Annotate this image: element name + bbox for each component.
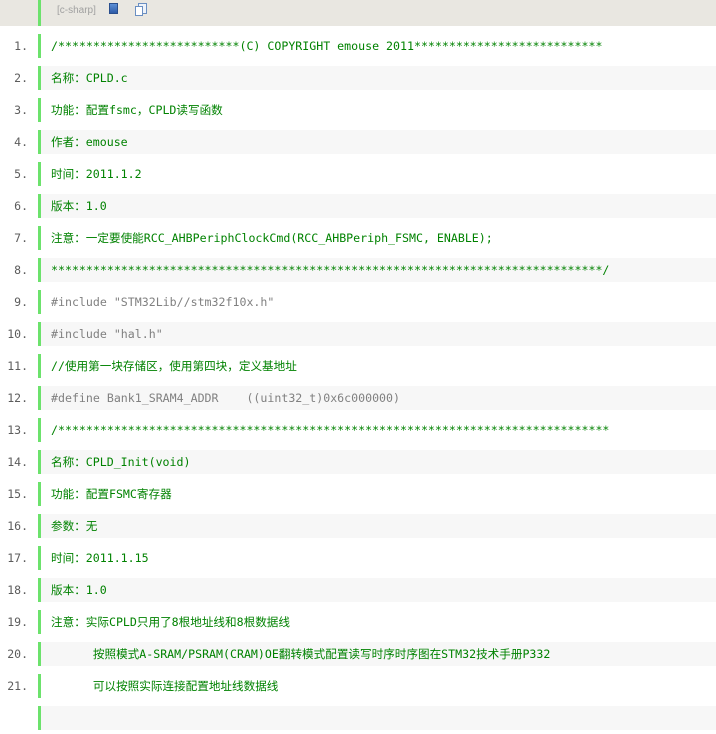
code-text: 可以按照实际连接配置地址线数据线 <box>38 674 716 698</box>
code-text: 版本：1.0 <box>38 194 716 218</box>
copy-icon[interactable] <box>135 3 147 16</box>
line-number: 10. <box>7 327 28 341</box>
code-lines: 1. /**************************(C) COPYRIG… <box>0 30 716 734</box>
code-text: 时间：2011.1.15 <box>38 546 716 570</box>
line-number: 2. <box>14 71 28 85</box>
code-line: 20. 按照模式A-SRAM/PSRAM(CRAM)OE翻转模式配置读写时序时序… <box>0 638 716 670</box>
line-number: 3. <box>14 103 28 117</box>
view-source-icon[interactable] <box>109 3 118 14</box>
code-text: 参数：无 <box>38 514 716 538</box>
code-line: 11. //使用第一块存储区，使用第四块，定义基地址 <box>0 350 716 382</box>
code-line: 4. 作者：emouse <box>0 126 716 158</box>
code-text: 注意：一定要使能RCC_AHBPeriphClockCmd(RCC_AHBPer… <box>38 226 716 250</box>
line-number: 19. <box>7 615 28 629</box>
code-text: 作者：emouse <box>38 130 716 154</box>
code-text: 时间：2011.1.2 <box>38 162 716 186</box>
code-line: 19. 注意：实际CPLD只用了8根地址线和8根数据线 <box>0 606 716 638</box>
code-line: 5. 时间：2011.1.2 <box>0 158 716 190</box>
code-text: 名称：CPLD_Init(void) <box>38 450 716 474</box>
code-line: 7. 注意：一定要使能RCC_AHBPeriphClockCmd(RCC_AHBP… <box>0 222 716 254</box>
line-number: 8. <box>14 263 28 277</box>
line-number: 11. <box>7 359 28 373</box>
line-number: 14. <box>7 455 28 469</box>
line-number: 20. <box>7 647 28 661</box>
code-text <box>38 706 716 730</box>
code-line: 9. #include "STM32Lib//stm32f10x.h" <box>0 286 716 318</box>
language-label: [c-sharp] <box>57 5 96 16</box>
line-number: 9. <box>14 295 28 309</box>
code-text: #define Bank1_SRAM4_ADDR ((uint32_t)0x6c… <box>38 386 716 410</box>
code-line: 6. 版本：1.0 <box>0 190 716 222</box>
code-line: 17. 时间：2011.1.15 <box>0 542 716 574</box>
line-number: 13. <box>7 423 28 437</box>
line-number: 12. <box>7 391 28 405</box>
code-line: 3. 功能：配置fsmc，CPLD读写函数 <box>0 94 716 126</box>
code-line: 1. /**************************(C) COPYRIG… <box>0 30 716 62</box>
line-number: 1. <box>14 39 28 53</box>
gutter-bar <box>38 0 41 26</box>
code-line: 2. 名称：CPLD.c <box>0 62 716 94</box>
code-text: 注意：实际CPLD只用了8根地址线和8根数据线 <box>38 610 716 634</box>
line-number: 5. <box>14 167 28 181</box>
code-line: 16. 参数：无 <box>0 510 716 542</box>
code-line: 21. 可以按照实际连接配置地址线数据线 <box>0 670 716 702</box>
line-number: 17. <box>7 551 28 565</box>
code-line: 15. 功能：配置FSMC寄存器 <box>0 478 716 510</box>
code-line: 14. 名称：CPLD_Init(void) <box>0 446 716 478</box>
code-text: 按照模式A-SRAM/PSRAM(CRAM)OE翻转模式配置读写时序时序图在ST… <box>38 642 716 666</box>
code-toolbar: [c-sharp] <box>0 0 716 26</box>
code-line: 12. #define Bank1_SRAM4_ADDR ((uint32_t)0… <box>0 382 716 414</box>
line-number: 15. <box>7 487 28 501</box>
code-text: 功能：配置FSMC寄存器 <box>38 482 716 506</box>
line-number: 21. <box>7 679 28 693</box>
code-text: #include "hal.h" <box>38 322 716 346</box>
code-line: 8. **************************************… <box>0 254 716 286</box>
code-text: 名称：CPLD.c <box>38 66 716 90</box>
code-text: 版本：1.0 <box>38 578 716 602</box>
code-text: /**************************(C) COPYRIGHT… <box>38 34 716 58</box>
code-line: 10. #include "hal.h" <box>0 318 716 350</box>
code-text: 功能：配置fsmc，CPLD读写函数 <box>38 98 716 122</box>
line-number: 4. <box>14 135 28 149</box>
code-text: //使用第一块存储区，使用第四块，定义基地址 <box>38 354 716 378</box>
line-number: 7. <box>14 231 28 245</box>
line-number: 6. <box>14 199 28 213</box>
code-text: /***************************************… <box>38 418 716 442</box>
line-number: 16. <box>7 519 28 533</box>
code-text: ****************************************… <box>38 258 716 282</box>
line-number: 18. <box>7 583 28 597</box>
code-line: 13. /************************************… <box>0 414 716 446</box>
code-line: 18. 版本：1.0 <box>0 574 716 606</box>
code-line <box>0 702 716 734</box>
code-text: #include "STM32Lib//stm32f10x.h" <box>38 290 716 314</box>
